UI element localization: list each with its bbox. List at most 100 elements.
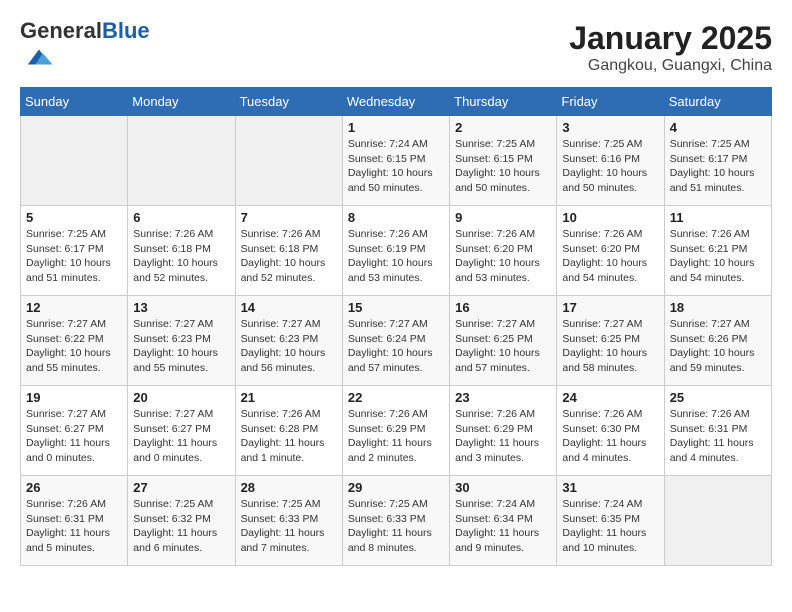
calendar-day-cell: 27 Sunrise: 7:25 AM Sunset: 6:32 PM Dayli… xyxy=(128,476,235,566)
day-info: Sunrise: 7:25 AM Sunset: 6:33 PM Dayligh… xyxy=(241,497,337,556)
calendar-day-cell: 25 Sunrise: 7:26 AM Sunset: 6:31 PM Dayli… xyxy=(664,386,771,476)
calendar-day-cell: 18 Sunrise: 7:27 AM Sunset: 6:26 PM Dayli… xyxy=(664,296,771,386)
day-number: 20 xyxy=(133,390,229,405)
day-number: 9 xyxy=(455,210,551,225)
day-info: Sunrise: 7:26 AM Sunset: 6:31 PM Dayligh… xyxy=(26,497,122,556)
day-info: Sunrise: 7:25 AM Sunset: 6:17 PM Dayligh… xyxy=(670,137,766,196)
calendar-day-cell: 3 Sunrise: 7:25 AM Sunset: 6:16 PM Daylig… xyxy=(557,116,664,206)
calendar-day-cell: 9 Sunrise: 7:26 AM Sunset: 6:20 PM Daylig… xyxy=(450,206,557,296)
day-number: 31 xyxy=(562,480,658,495)
day-number: 8 xyxy=(348,210,444,225)
day-number: 27 xyxy=(133,480,229,495)
calendar-day-cell: 29 Sunrise: 7:25 AM Sunset: 6:33 PM Dayli… xyxy=(342,476,449,566)
calendar-day-cell: 31Sunrise: 7:24 AM Sunset: 6:35 PM Dayli… xyxy=(557,476,664,566)
day-info: Sunrise: 7:27 AM Sunset: 6:25 PM Dayligh… xyxy=(455,317,551,376)
day-info: Sunrise: 7:25 AM Sunset: 6:32 PM Dayligh… xyxy=(133,497,229,556)
calendar-day-cell: 28 Sunrise: 7:25 AM Sunset: 6:33 PM Dayli… xyxy=(235,476,342,566)
calendar-day-cell: 24Sunrise: 7:26 AM Sunset: 6:30 PM Dayli… xyxy=(557,386,664,476)
calendar-week-5: 26 Sunrise: 7:26 AM Sunset: 6:31 PM Dayli… xyxy=(21,476,772,566)
calendar-week-2: 5 Sunrise: 7:25 AM Sunset: 6:17 PM Daylig… xyxy=(21,206,772,296)
day-info: Sunrise: 7:27 AM Sunset: 6:27 PM Dayligh… xyxy=(133,407,229,466)
day-info: Sunrise: 7:26 AM Sunset: 6:29 PM Dayligh… xyxy=(455,407,551,466)
day-number: 28 xyxy=(241,480,337,495)
logo: GeneralBlue xyxy=(20,20,150,77)
day-number: 24 xyxy=(562,390,658,405)
day-number: 17 xyxy=(562,300,658,315)
month-year-title: January 2025 xyxy=(569,20,772,57)
day-info: Sunrise: 7:26 AM Sunset: 6:28 PM Dayligh… xyxy=(241,407,337,466)
day-info: Sunrise: 7:27 AM Sunset: 6:27 PM Dayligh… xyxy=(26,407,122,466)
day-info: Sunrise: 7:26 AM Sunset: 6:21 PM Dayligh… xyxy=(670,227,766,286)
logo-general-text: General xyxy=(20,18,102,43)
day-number: 4 xyxy=(670,120,766,135)
calendar-day-cell: 12Sunrise: 7:27 AM Sunset: 6:22 PM Dayli… xyxy=(21,296,128,386)
logo-blue-text: Blue xyxy=(102,18,150,43)
day-info: Sunrise: 7:25 AM Sunset: 6:16 PM Dayligh… xyxy=(562,137,658,196)
weekday-header-tuesday: Tuesday xyxy=(235,88,342,116)
calendar-week-4: 19 Sunrise: 7:27 AM Sunset: 6:27 PM Dayli… xyxy=(21,386,772,476)
day-number: 18 xyxy=(670,300,766,315)
day-number: 19 xyxy=(26,390,122,405)
calendar-day-cell: 1 Sunrise: 7:24 AM Sunset: 6:15 PM Daylig… xyxy=(342,116,449,206)
calendar-table: SundayMondayTuesdayWednesdayThursdayFrid… xyxy=(20,87,772,566)
calendar-day-cell: 20 Sunrise: 7:27 AM Sunset: 6:27 PM Dayli… xyxy=(128,386,235,476)
day-info: Sunrise: 7:25 AM Sunset: 6:17 PM Dayligh… xyxy=(26,227,122,286)
day-number: 6 xyxy=(133,210,229,225)
day-number: 14 xyxy=(241,300,337,315)
day-info: Sunrise: 7:25 AM Sunset: 6:15 PM Dayligh… xyxy=(455,137,551,196)
calendar-day-cell: 11Sunrise: 7:26 AM Sunset: 6:21 PM Dayli… xyxy=(664,206,771,296)
day-info: Sunrise: 7:24 AM Sunset: 6:15 PM Dayligh… xyxy=(348,137,444,196)
calendar-day-cell xyxy=(235,116,342,206)
day-number: 7 xyxy=(241,210,337,225)
day-number: 15 xyxy=(348,300,444,315)
calendar-day-cell: 23 Sunrise: 7:26 AM Sunset: 6:29 PM Dayli… xyxy=(450,386,557,476)
calendar-day-cell: 26 Sunrise: 7:26 AM Sunset: 6:31 PM Dayli… xyxy=(21,476,128,566)
day-info: Sunrise: 7:25 AM Sunset: 6:33 PM Dayligh… xyxy=(348,497,444,556)
weekday-header-monday: Monday xyxy=(128,88,235,116)
day-info: Sunrise: 7:26 AM Sunset: 6:29 PM Dayligh… xyxy=(348,407,444,466)
location-subtitle: Gangkou, Guangxi, China xyxy=(569,57,772,75)
weekday-header-row: SundayMondayTuesdayWednesdayThursdayFrid… xyxy=(21,88,772,116)
calendar-day-cell xyxy=(21,116,128,206)
weekday-header-saturday: Saturday xyxy=(664,88,771,116)
title-block: January 2025 Gangkou, Guangxi, China xyxy=(569,20,772,75)
weekday-header-sunday: Sunday xyxy=(21,88,128,116)
calendar-day-cell xyxy=(128,116,235,206)
calendar-day-cell xyxy=(664,476,771,566)
calendar-day-cell: 22 Sunrise: 7:26 AM Sunset: 6:29 PM Dayli… xyxy=(342,386,449,476)
day-info: Sunrise: 7:27 AM Sunset: 6:23 PM Dayligh… xyxy=(241,317,337,376)
day-number: 26 xyxy=(26,480,122,495)
day-number: 5 xyxy=(26,210,122,225)
calendar-day-cell: 14 Sunrise: 7:27 AM Sunset: 6:23 PM Dayli… xyxy=(235,296,342,386)
calendar-day-cell: 21 Sunrise: 7:26 AM Sunset: 6:28 PM Dayli… xyxy=(235,386,342,476)
day-info: Sunrise: 7:26 AM Sunset: 6:18 PM Dayligh… xyxy=(241,227,337,286)
page-header: GeneralBlue January 2025 Gangkou, Guangx… xyxy=(20,20,772,77)
day-number: 12 xyxy=(26,300,122,315)
day-info: Sunrise: 7:24 AM Sunset: 6:34 PM Dayligh… xyxy=(455,497,551,556)
day-number: 25 xyxy=(670,390,766,405)
day-info: Sunrise: 7:26 AM Sunset: 6:20 PM Dayligh… xyxy=(455,227,551,286)
day-info: Sunrise: 7:27 AM Sunset: 6:24 PM Dayligh… xyxy=(348,317,444,376)
weekday-header-friday: Friday xyxy=(557,88,664,116)
calendar-day-cell: 10Sunrise: 7:26 AM Sunset: 6:20 PM Dayli… xyxy=(557,206,664,296)
day-info: Sunrise: 7:27 AM Sunset: 6:26 PM Dayligh… xyxy=(670,317,766,376)
day-number: 13 xyxy=(133,300,229,315)
calendar-week-1: 1 Sunrise: 7:24 AM Sunset: 6:15 PM Daylig… xyxy=(21,116,772,206)
calendar-day-cell: 2 Sunrise: 7:25 AM Sunset: 6:15 PM Daylig… xyxy=(450,116,557,206)
day-number: 3 xyxy=(562,120,658,135)
day-info: Sunrise: 7:26 AM Sunset: 6:19 PM Dayligh… xyxy=(348,227,444,286)
day-number: 23 xyxy=(455,390,551,405)
day-number: 29 xyxy=(348,480,444,495)
logo-icon xyxy=(24,42,54,72)
calendar-day-cell: 30Sunrise: 7:24 AM Sunset: 6:34 PM Dayli… xyxy=(450,476,557,566)
day-number: 21 xyxy=(241,390,337,405)
day-number: 1 xyxy=(348,120,444,135)
calendar-day-cell: 19 Sunrise: 7:27 AM Sunset: 6:27 PM Dayli… xyxy=(21,386,128,476)
day-info: Sunrise: 7:26 AM Sunset: 6:20 PM Dayligh… xyxy=(562,227,658,286)
day-info: Sunrise: 7:27 AM Sunset: 6:23 PM Dayligh… xyxy=(133,317,229,376)
day-info: Sunrise: 7:26 AM Sunset: 6:31 PM Dayligh… xyxy=(670,407,766,466)
day-number: 22 xyxy=(348,390,444,405)
calendar-day-cell: 4 Sunrise: 7:25 AM Sunset: 6:17 PM Daylig… xyxy=(664,116,771,206)
calendar-day-cell: 17Sunrise: 7:27 AM Sunset: 6:25 PM Dayli… xyxy=(557,296,664,386)
day-number: 2 xyxy=(455,120,551,135)
